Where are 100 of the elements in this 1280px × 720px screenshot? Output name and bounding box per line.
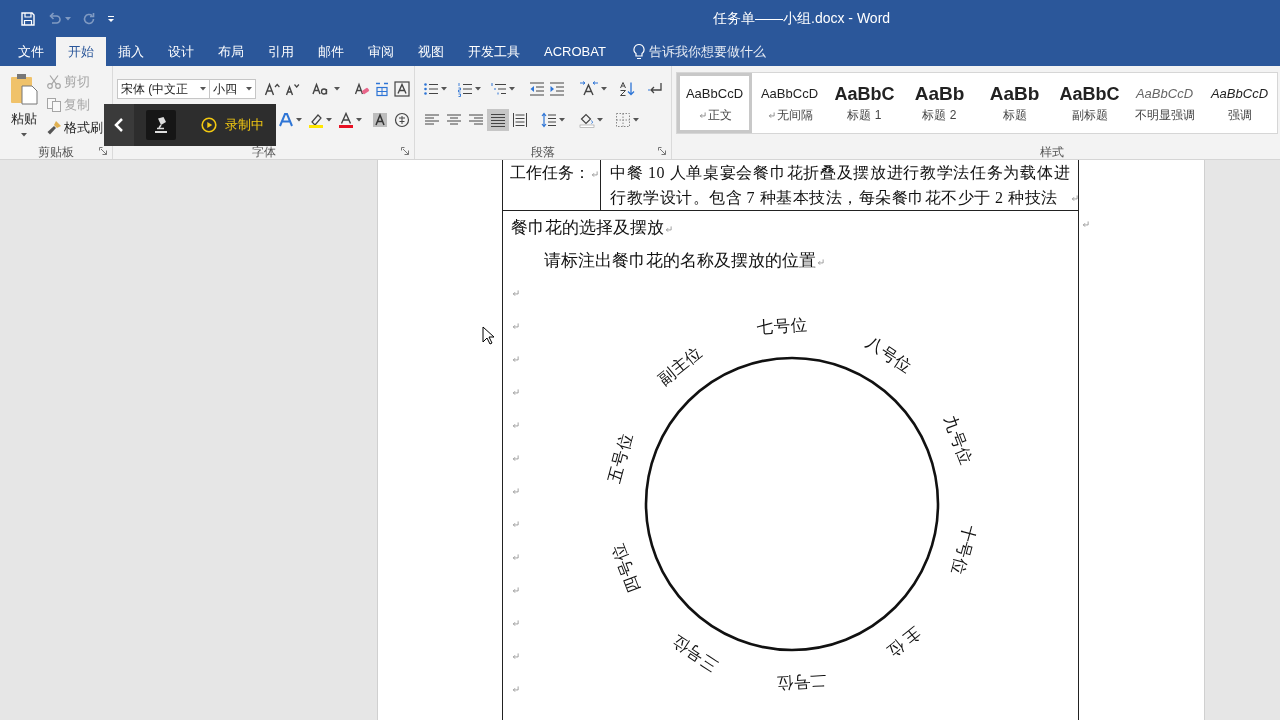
ribbon-tab[interactable]: 开发工具 <box>456 37 532 66</box>
ribbon-tab[interactable]: ACROBAT <box>532 37 618 66</box>
paintbrush-icon <box>46 120 62 136</box>
paragraph-mark-icon <box>512 455 519 462</box>
table-cell-text: 工作任务： <box>510 164 590 181</box>
paragraph-mark-icon <box>512 323 519 330</box>
ribbon-tab[interactable]: 布局 <box>206 37 256 66</box>
dialog-launcher-icon[interactable] <box>658 147 666 155</box>
ribbon-tab[interactable]: 引用 <box>256 37 306 66</box>
ribbon-tab[interactable]: 视图 <box>406 37 456 66</box>
sort-icon <box>619 81 635 97</box>
seat-label: 二号位 <box>775 670 828 693</box>
caret-icon <box>200 87 206 91</box>
group-label: 段落 <box>531 146 555 158</box>
seat-label: 四号位 <box>607 540 644 595</box>
paragraph-mark-icon <box>512 620 519 627</box>
style-option[interactable]: AaBbCcD 无间隔 <box>752 73 827 133</box>
paragraph-mark-icon <box>591 171 598 178</box>
tell-me-field[interactable]: 告诉我你想要做什么 <box>648 41 777 62</box>
paragraph-mark-icon <box>512 686 519 693</box>
paragraph-mark-icon <box>512 488 519 495</box>
line-spacing-icon <box>541 112 557 128</box>
lightbulb-icon <box>631 42 646 61</box>
highlighter-icon <box>308 112 324 128</box>
boxed-grid-icon <box>374 81 390 97</box>
font-name-field[interactable]: 宋体 (中文正 <box>117 79 210 99</box>
decrease-indent-icon <box>529 81 545 97</box>
increase-indent-icon <box>549 81 565 97</box>
style-option[interactable]: AaBbCcD 强调 <box>1202 73 1277 133</box>
caret-icon <box>559 118 565 122</box>
paragraph-mark-icon <box>512 587 519 594</box>
format-painter-button[interactable]: 格式刷 <box>44 117 105 139</box>
save-icon <box>20 10 36 27</box>
caret-icon <box>356 118 362 122</box>
group-label: 样式 <box>1040 146 1064 158</box>
shaded-letter-icon <box>372 112 388 128</box>
caret-icon <box>65 16 71 21</box>
caret-icon <box>441 87 447 91</box>
paste-button[interactable]: 粘贴 <box>6 72 42 137</box>
seat-label: 三号位 <box>668 631 722 676</box>
paragraph-mark-icon <box>512 389 519 396</box>
caret-icon <box>107 14 115 23</box>
seat-label: 副主位 <box>654 342 706 390</box>
seat-label: 十号位 <box>948 523 980 578</box>
borders-grid-icon <box>615 112 631 128</box>
paragraph-mark-icon <box>512 422 519 429</box>
align-left-icon <box>424 112 440 128</box>
paragraph-mark-icon <box>665 226 672 233</box>
paragraph-mark-icon <box>512 653 519 660</box>
caret-icon <box>633 118 639 122</box>
mouse-pointer-icon <box>482 326 494 345</box>
paragraph-mark-icon <box>1082 221 1089 228</box>
bordered-letter-icon <box>394 81 410 97</box>
multilevel-list-icon <box>491 81 507 97</box>
caret-icon <box>601 87 607 91</box>
style-option[interactable]: AaBbC 标题 1 <box>827 73 902 133</box>
seat-label: 五号位 <box>604 430 636 485</box>
section-heading: 餐巾花的选择及摆放 <box>511 218 664 237</box>
recording-status: 录制中 <box>225 116 264 134</box>
text-effects-icon <box>278 112 294 128</box>
scissors-icon <box>46 74 62 90</box>
style-option[interactable]: AaBbCcD 不明显强调 <box>1127 73 1202 133</box>
caret-icon <box>509 87 515 91</box>
seat-label: 七号位 <box>756 315 809 338</box>
ribbon-tab[interactable]: 设计 <box>156 37 206 66</box>
ribbon-tab[interactable]: 开始 <box>56 37 106 66</box>
dialog-launcher-icon[interactable] <box>401 147 409 155</box>
microphone-button[interactable] <box>146 110 176 140</box>
paragraph-mark-icon <box>1071 195 1078 202</box>
chevron-left-icon <box>114 117 124 133</box>
justify-button[interactable] <box>487 109 509 131</box>
paragraph-mark-icon <box>512 290 519 297</box>
style-option[interactable]: AaBb 标题 <box>977 73 1052 133</box>
ribbon-tab[interactable]: 文件 <box>6 37 56 66</box>
back-button[interactable] <box>104 104 134 146</box>
ribbon-tab[interactable]: 插入 <box>106 37 156 66</box>
align-center-icon <box>446 112 462 128</box>
grow-font-icon <box>264 81 280 97</box>
copy-icon <box>46 97 62 113</box>
caret-icon <box>246 87 252 91</box>
character-border-button[interactable] <box>392 78 412 100</box>
paragraph-mark-icon <box>817 259 824 266</box>
font-size-field[interactable]: 小四 <box>209 79 256 99</box>
instruction-text: 请标注出餐巾花的名称及摆放的位置 <box>544 251 816 270</box>
numbered-list-icon <box>457 81 473 97</box>
style-option[interactable]: AaBbC 副标题 <box>1052 73 1127 133</box>
caret-icon <box>326 118 332 122</box>
eraser-icon <box>354 81 370 97</box>
caret-icon <box>334 87 340 91</box>
style-option[interactable]: AaBb 标题 2 <box>902 73 977 133</box>
ribbon-tab[interactable]: 邮件 <box>306 37 356 66</box>
dialog-launcher-icon[interactable] <box>99 147 107 155</box>
caret-icon <box>21 133 27 137</box>
paragraph-mark-icon <box>512 521 519 528</box>
caret-icon <box>597 118 603 122</box>
clipboard-icon <box>10 73 38 105</box>
paint-bucket-icon <box>579 112 595 128</box>
style-option[interactable]: AaBbCcD 正文 <box>677 73 752 133</box>
caret-icon <box>475 87 481 91</box>
ribbon-tab[interactable]: 审阅 <box>356 37 406 66</box>
